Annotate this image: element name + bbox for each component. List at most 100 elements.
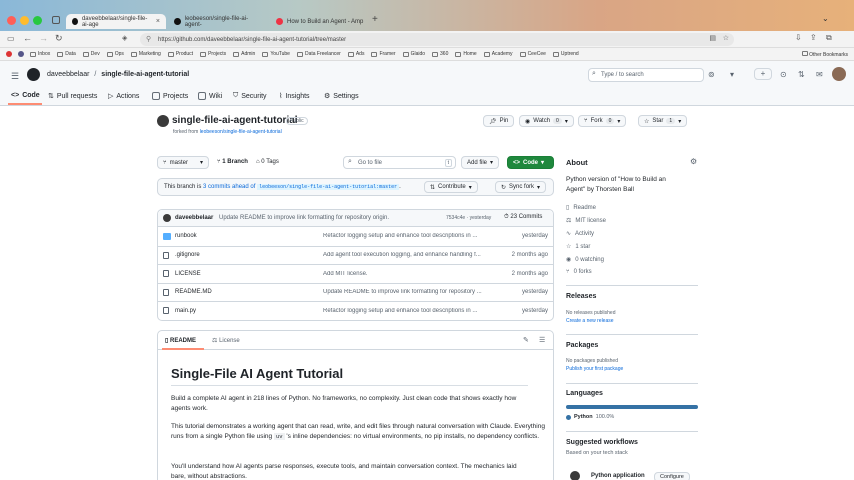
- browser-tab-3[interactable]: How to Build an Agent - Amp: [270, 14, 370, 29]
- download-icon[interactable]: ⇩: [795, 33, 802, 42]
- bookmark-folder[interactable]: Uptrend: [552, 51, 579, 57]
- copilot-icon[interactable]: ⊚: [708, 70, 715, 79]
- about-item[interactable]: ⑂ 0 forks: [566, 269, 592, 275]
- tab-projects[interactable]: Projects: [152, 92, 188, 100]
- forked-from-link[interactable]: leobeeson/single-file-ai-agent-tutorial: [200, 129, 282, 135]
- branch-select[interactable]: ⑂ master ▾: [157, 156, 209, 169]
- bookmark-folder[interactable]: Academy: [483, 51, 513, 57]
- tags-link[interactable]: ⌂ 0 Tags: [256, 159, 279, 165]
- configure-button[interactable]: Configure: [654, 472, 690, 480]
- watch-button[interactable]: ◉ Watch 0 ▾: [519, 115, 574, 127]
- browser-tab-2[interactable]: leobeeson/single-file-ai-agent-: [168, 14, 268, 29]
- bookmark-app-icon[interactable]: [18, 51, 24, 57]
- tab-pull-requests[interactable]: ⇅ Pull requests: [48, 92, 97, 101]
- bookmark-folder[interactable]: Marketing: [130, 51, 161, 57]
- chevron-down-icon[interactable]: ⌄: [822, 14, 829, 23]
- about-item[interactable]: ▯ Readme: [566, 204, 596, 212]
- code-button[interactable]: <> Code ▾: [507, 156, 554, 169]
- file-commit-message[interactable]: Refactor logging setup and enhance tool …: [323, 233, 493, 239]
- contribute-button[interactable]: ⇅ Contribute ▾: [424, 181, 478, 193]
- file-name[interactable]: .gitignore: [175, 252, 200, 258]
- sync-fork-button[interactable]: ↻ Sync fork ▾: [495, 181, 547, 193]
- file-row[interactable]: main.py Refactor logging setup and enhanc…: [157, 301, 554, 319]
- upstream-ref[interactable]: leobeeson/single-file-ai-agent-tutorial:…: [257, 184, 400, 190]
- about-item[interactable]: ☆ 1 star: [566, 243, 590, 251]
- tab-insights[interactable]: ⌇ Insights: [279, 92, 310, 101]
- menu-icon[interactable]: ☰: [11, 71, 19, 82]
- edit-icon[interactable]: ✎: [523, 336, 529, 344]
- file-row[interactable]: runbook Refactor logging setup and enhanc…: [157, 227, 554, 245]
- packages-heading[interactable]: Packages: [566, 342, 598, 349]
- owner-avatar[interactable]: [157, 115, 169, 127]
- about-item[interactable]: ◉ 0 watching: [566, 256, 604, 264]
- file-name[interactable]: README.MD: [175, 289, 212, 295]
- close-window-button[interactable]: [7, 16, 16, 25]
- bookmark-folder[interactable]: CeeCee: [519, 51, 546, 57]
- add-file-button[interactable]: Add file ▾: [461, 156, 500, 169]
- branches-link[interactable]: ⑂ 1 Branch: [217, 159, 248, 165]
- bookmark-folder[interactable]: Inbox: [30, 51, 50, 57]
- tab-readme[interactable]: ▯ README: [165, 337, 196, 344]
- shield-icon[interactable]: ◈: [122, 34, 127, 42]
- ahead-link[interactable]: 3 commits ahead of: [203, 184, 255, 190]
- commits-link[interactable]: ⏱ 23 Commits: [504, 214, 542, 221]
- about-item[interactable]: ⚖ MIT license: [566, 217, 606, 225]
- tab-code[interactable]: <> Code: [11, 92, 40, 99]
- browser-tab-1[interactable]: daveebbelaar/single-file-ai-age ×: [66, 14, 166, 29]
- bookmark-app-icon[interactable]: [6, 51, 12, 57]
- tab-settings[interactable]: ⚙ Settings: [324, 92, 359, 101]
- commit-author[interactable]: daveebbelaar: [175, 215, 213, 221]
- file-row[interactable]: README.MD Update README to improve link f…: [157, 282, 554, 301]
- tab-wiki[interactable]: Wiki: [198, 92, 222, 100]
- bookmark-folder[interactable]: Data: [57, 51, 76, 57]
- bookmark-folder[interactable]: Ops: [106, 51, 124, 57]
- close-tab-icon[interactable]: ×: [156, 18, 160, 25]
- create-new-button[interactable]: +: [754, 68, 772, 80]
- bookmark-folder[interactable]: Dev: [82, 51, 100, 57]
- avatar[interactable]: [832, 67, 846, 81]
- github-logo-icon[interactable]: [27, 68, 40, 81]
- maximize-window-button[interactable]: [33, 16, 42, 25]
- bookmark-folder[interactable]: Admin: [233, 51, 255, 57]
- tabs-icon[interactable]: ⧉: [826, 33, 832, 43]
- tab-license[interactable]: ⚖ License: [212, 337, 240, 344]
- star-button[interactable]: ☆ Star 1 ▾: [638, 115, 688, 127]
- about-item[interactable]: ∿ Activity: [566, 230, 594, 238]
- inbox-icon[interactable]: ✉: [816, 70, 823, 79]
- back-icon[interactable]: ←: [23, 33, 32, 43]
- file-name[interactable]: runbook: [175, 233, 197, 239]
- publish-package-link[interactable]: Publish your first package: [566, 366, 623, 372]
- commit-hash[interactable]: 7534c4e · yesterday: [446, 215, 491, 221]
- pull-requests-icon[interactable]: ⇅: [798, 70, 805, 79]
- releases-heading[interactable]: Releases: [566, 293, 596, 300]
- reload-icon[interactable]: ↻: [55, 33, 63, 44]
- commit-message[interactable]: Update README to improve link formatting…: [219, 215, 389, 221]
- copilot-dropdown-icon[interactable]: ▾: [730, 70, 734, 79]
- bookmark-folder[interactable]: Product: [167, 51, 193, 57]
- gear-icon[interactable]: ⚙: [690, 157, 697, 166]
- tab-actions[interactable]: ▷ Actions: [108, 92, 139, 101]
- file-name[interactable]: LICENSE: [175, 271, 201, 277]
- repo-link[interactable]: single-file-ai-agent-tutorial: [101, 71, 189, 78]
- language-item[interactable]: Python 100.0%: [566, 414, 614, 420]
- file-row[interactable]: LICENSE Add MIT license. 2 months ago: [157, 264, 554, 282]
- share-icon[interactable]: ⇪: [810, 33, 817, 42]
- minimize-window-button[interactable]: [20, 16, 29, 25]
- bookmark-folder[interactable]: 360: [432, 51, 448, 57]
- file-commit-message[interactable]: Add agent tool execution logging, and en…: [323, 252, 493, 258]
- bookmark-folder[interactable]: YouTube: [262, 51, 290, 57]
- sidebar-toggle-icon[interactable]: ▭: [7, 34, 15, 43]
- create-release-link[interactable]: Create a new release: [566, 318, 614, 324]
- file-commit-message[interactable]: Refactor logging setup and enhance tool …: [323, 308, 493, 314]
- fork-button[interactable]: ⑂ Fork 0 ▾: [578, 115, 627, 127]
- bookmark-folder[interactable]: Ads: [347, 51, 364, 57]
- forward-icon[interactable]: →: [39, 33, 48, 43]
- bookmark-folder[interactable]: Glaido: [402, 51, 425, 57]
- file-commit-message[interactable]: Add MIT license.: [323, 271, 493, 277]
- url-bar[interactable]: ⚲ https://github.com/daveebbelaar/single…: [140, 33, 734, 46]
- file-row[interactable]: .gitignore Add agent tool execution loggi…: [157, 245, 554, 264]
- tab-overview-icon[interactable]: [52, 16, 60, 24]
- file-name[interactable]: main.py: [175, 308, 196, 314]
- tab-security[interactable]: ⛉ Security: [233, 92, 267, 100]
- bookmark-folder[interactable]: Projects: [200, 51, 226, 57]
